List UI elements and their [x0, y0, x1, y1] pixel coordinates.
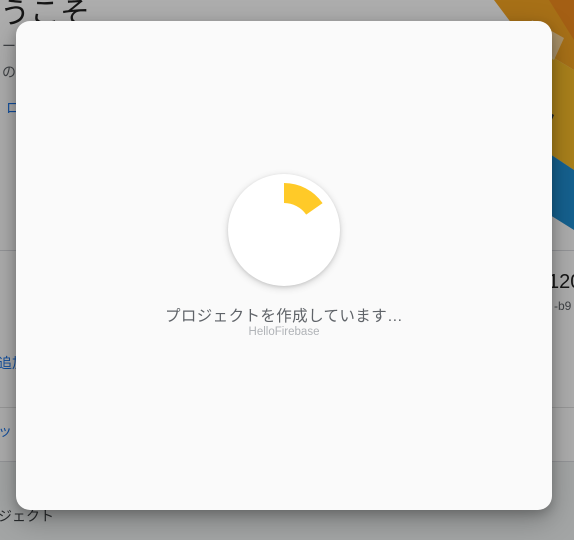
create-project-dialog: プロジェクトを作成しています… HelloFirebase	[16, 21, 552, 510]
project-name-label: HelloFirebase	[248, 326, 320, 338]
progress-spinner	[228, 174, 340, 286]
creating-project-status: プロジェクトを作成しています…	[164, 308, 404, 325]
progress-spinner-icon	[284, 182, 323, 215]
